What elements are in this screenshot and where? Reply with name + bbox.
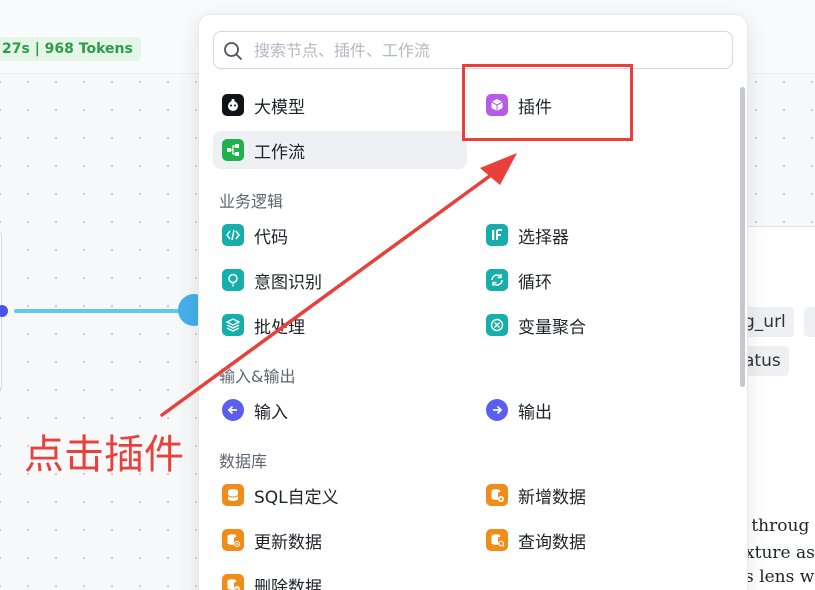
node-item-intent[interactable]: 意图识别 (213, 261, 467, 299)
node-item-label: 意图识别 (254, 272, 322, 293)
node-item-label: 输入 (254, 402, 288, 423)
database-delete-icon (222, 574, 244, 590)
node-item-label: 查询数据 (518, 532, 586, 553)
node-item-label: 新增数据 (518, 487, 586, 508)
node-item-code[interactable]: 代码 (213, 216, 467, 254)
annotation-text: 点击插件 (24, 432, 184, 478)
workflow-icon (222, 139, 244, 161)
database-update-icon (222, 529, 244, 551)
node-item-label: 输出 (518, 402, 552, 423)
node-item-query-data[interactable]: 查询数据 (477, 521, 731, 559)
section-title-database: 数据库 (219, 452, 268, 471)
node-item-update-data[interactable]: 更新数据 (213, 521, 467, 559)
database-search-icon (486, 529, 508, 551)
node-item-input[interactable]: 输入 (213, 391, 467, 429)
output-port[interactable] (0, 305, 8, 317)
node-item-selector[interactable]: 选择器 (477, 216, 731, 254)
node-item-label: 删除数据 (254, 577, 322, 590)
panel-scrollbar[interactable] (740, 87, 745, 387)
param-tag-partial (804, 307, 815, 337)
node-item-label: 工作流 (254, 142, 305, 163)
node-item-label: 变量聚合 (518, 317, 586, 338)
loop-icon (486, 269, 508, 291)
batch-layers-icon (222, 314, 244, 336)
node-item-label: 批处理 (254, 317, 305, 338)
node-item-label: 大模型 (254, 97, 305, 118)
variable-merge-icon (486, 314, 508, 336)
section-title-business-logic: 业务逻辑 (219, 192, 284, 211)
section-title-io: 输入&输出 (219, 367, 296, 386)
node-item-label: 代码 (254, 227, 288, 248)
input-arrow-icon (222, 399, 244, 421)
node-item-variable-merge[interactable]: 变量聚合 (477, 306, 731, 344)
annotation-highlight-box (462, 64, 633, 141)
node-item-add-data[interactable]: 新增数据 (477, 476, 731, 514)
database-icon (222, 484, 244, 506)
node-item-label: 更新数据 (254, 532, 322, 553)
if-selector-icon (486, 224, 508, 246)
search-input[interactable] (254, 32, 724, 68)
intent-bulb-icon (222, 269, 244, 291)
search-icon (224, 42, 242, 60)
database-add-icon (486, 484, 508, 506)
node-item-sql-custom[interactable]: SQL自定义 (213, 476, 467, 514)
run-stats-badge: 27s | 968 Tokens (0, 37, 141, 61)
node-item-delete-data[interactable]: 删除数据 (213, 566, 467, 590)
node-item-label: SQL自定义 (254, 487, 339, 508)
node-item-output[interactable]: 输出 (477, 391, 731, 429)
connection-edge (14, 309, 184, 313)
node-item-workflow[interactable]: 工作流 (213, 131, 467, 169)
node-item-label: 循环 (518, 272, 552, 293)
node-item-batch[interactable]: 批处理 (213, 306, 467, 344)
output-arrow-icon (486, 399, 508, 421)
node-item-llm[interactable]: 大模型 (213, 86, 467, 124)
llm-robot-icon (222, 94, 244, 116)
node-item-label: 选择器 (518, 227, 569, 248)
code-icon (222, 224, 244, 246)
node-item-loop[interactable]: 循环 (477, 261, 731, 299)
